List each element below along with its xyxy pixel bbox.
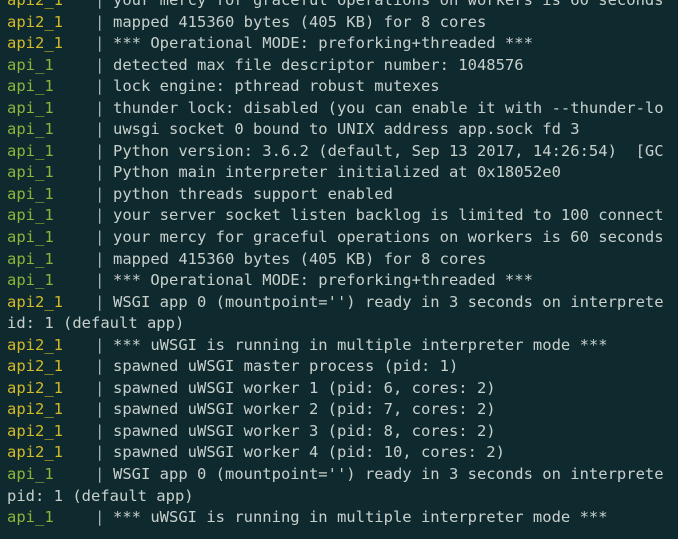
log-line: api_1 | Python version: 3.6.2 (default, Se… (7, 141, 678, 163)
separator-pipe: | (95, 12, 105, 31)
separator-pipe: | (95, 357, 105, 376)
log-message: spawned uWSGI worker 4 (pid: 10, cores: … (113, 443, 505, 462)
separator-pipe: | (95, 465, 105, 484)
log-line: api2_1 | spawned uWSGI worker 3 (pid: 8, c… (7, 421, 678, 443)
log-line: api_1 | thunder lock: disabled (you can en… (7, 98, 678, 120)
service-prefix: api2_1 (7, 443, 63, 462)
separator-pipe: | (95, 77, 105, 96)
separator-pipe: | (95, 400, 105, 419)
log-line: api_1 | detected max file descriptor numbe… (7, 55, 678, 77)
separator-pipe: | (95, 34, 105, 53)
log-message: *** uWSGI is running in multiple interpr… (113, 508, 608, 527)
log-message: WSGI app 0 (mountpoint='') ready in 3 se… (113, 465, 664, 484)
log-line: api_1 | *** uWSGI is running in multiple i… (7, 507, 678, 529)
separator-pipe: | (95, 98, 105, 117)
separator-pipe: | (95, 0, 105, 9)
log-continuation-text: id: 1 (default app) (7, 314, 185, 333)
service-prefix: api2_1 (7, 400, 63, 419)
log-message: your mercy for graceful operations on wo… (113, 0, 664, 9)
service-prefix: api_1 (7, 249, 54, 268)
log-message: uwsgi socket 0 bound to UNIX address app… (113, 120, 580, 139)
log-line: api_1 | your server socket listen backlog … (7, 205, 678, 227)
log-line: api_1 | your mercy for graceful operations… (7, 227, 678, 249)
log-message: lock engine: pthread robust mutexes (113, 77, 440, 96)
separator-pipe: | (95, 184, 105, 203)
separator-pipe: | (95, 55, 105, 74)
service-prefix: api_1 (7, 465, 54, 484)
separator-pipe: | (95, 163, 105, 182)
log-message: your mercy for graceful operations on wo… (113, 228, 664, 247)
log-message: your server socket listen backlog is lim… (113, 206, 664, 225)
log-message: spawned uWSGI master process (pid: 1) (113, 357, 459, 376)
separator-pipe: | (95, 292, 105, 311)
log-line: api2_1 | spawned uWSGI worker 2 (pid: 7, c… (7, 399, 678, 421)
log-line: api_1 | uwsgi socket 0 bound to UNIX addre… (7, 119, 678, 141)
log-line: api_1 | mapped 415360 bytes (405 KB) for 8… (7, 249, 678, 271)
separator-pipe: | (95, 271, 105, 290)
service-prefix: api_1 (7, 271, 54, 290)
log-message: spawned uWSGI worker 3 (pid: 8, cores: 2… (113, 421, 496, 440)
log-line: api_1 | Python main interpreter initialize… (7, 162, 678, 184)
log-message: Python version: 3.6.2 (default, Sep 13 2… (113, 141, 664, 160)
log-continuation-text: pid: 1 (default app) (7, 486, 194, 505)
log-line: pid: 1 (default app) (7, 486, 678, 508)
log-line: id: 1 (default app) (7, 313, 678, 335)
separator-pipe: | (95, 228, 105, 247)
log-line: api2_1 | mapped 415360 bytes (405 KB) for … (7, 12, 678, 34)
service-prefix: api_1 (7, 184, 54, 203)
log-line: api2_1 | spawned uWSGI worker 1 (pid: 6, c… (7, 378, 678, 400)
log-message: *** uWSGI is running in multiple interpr… (113, 335, 608, 354)
log-line: api2_1 | your mercy for graceful operation… (7, 0, 678, 12)
separator-pipe: | (95, 120, 105, 139)
separator-pipe: | (95, 141, 105, 160)
log-message: spawned uWSGI worker 1 (pid: 6, cores: 2… (113, 378, 496, 397)
service-prefix: api2_1 (7, 335, 63, 354)
service-prefix: api_1 (7, 141, 54, 160)
log-line: api_1 | lock engine: pthread robust mutexe… (7, 76, 678, 98)
service-prefix: api_1 (7, 508, 54, 527)
service-prefix: api_1 (7, 55, 54, 74)
separator-pipe: | (95, 206, 105, 225)
service-prefix: api_1 (7, 120, 54, 139)
service-prefix: api_1 (7, 163, 54, 182)
log-line: api2_1 | spawned uWSGI worker 4 (pid: 10, … (7, 442, 678, 464)
separator-pipe: | (95, 335, 105, 354)
log-output: api2_1 | your mercy for graceful operation… (7, 0, 678, 529)
log-message: spawned uWSGI worker 2 (pid: 7, cores: 2… (113, 400, 496, 419)
log-message: Python main interpreter initialized at 0… (113, 163, 561, 182)
log-line: api2_1 | *** Operational MODE: preforking+… (7, 33, 678, 55)
log-message: detected max file descriptor number: 104… (113, 55, 524, 74)
separator-pipe: | (95, 421, 105, 440)
service-prefix: api2_1 (7, 292, 63, 311)
service-prefix: api2_1 (7, 0, 63, 9)
log-line: api2_1 | *** uWSGI is running in multiple … (7, 335, 678, 357)
log-line: api2_1 | WSGI app 0 (mountpoint='') ready … (7, 292, 678, 314)
log-line: api_1 | python threads support enabled (7, 184, 678, 206)
service-prefix: api2_1 (7, 357, 63, 376)
service-prefix: api2_1 (7, 34, 63, 53)
service-prefix: api2_1 (7, 378, 63, 397)
separator-pipe: | (95, 378, 105, 397)
separator-pipe: | (95, 508, 105, 527)
log-message: mapped 415360 bytes (405 KB) for 8 cores (113, 12, 487, 31)
service-prefix: api2_1 (7, 12, 63, 31)
log-message: python threads support enabled (113, 184, 393, 203)
service-prefix: api_1 (7, 98, 54, 117)
separator-pipe: | (95, 443, 105, 462)
service-prefix: api_1 (7, 77, 54, 96)
log-message: mapped 415360 bytes (405 KB) for 8 cores (113, 249, 487, 268)
service-prefix: api2_1 (7, 421, 63, 440)
log-line: api2_1 | spawned uWSGI master process (pid… (7, 356, 678, 378)
log-message: *** Operational MODE: preforking+threade… (113, 271, 533, 290)
terminal-window[interactable]: api2_1 | your mercy for graceful operation… (0, 0, 678, 539)
log-line: api_1 | WSGI app 0 (mountpoint='') ready i… (7, 464, 678, 486)
service-prefix: api_1 (7, 206, 54, 225)
log-line: api_1 | *** Operational MODE: preforking+t… (7, 270, 678, 292)
log-message: WSGI app 0 (mountpoint='') ready in 3 se… (113, 292, 664, 311)
log-message: *** Operational MODE: preforking+threade… (113, 34, 533, 53)
separator-pipe: | (95, 249, 105, 268)
service-prefix: api_1 (7, 228, 54, 247)
log-message: thunder lock: disabled (you can enable i… (113, 98, 664, 117)
